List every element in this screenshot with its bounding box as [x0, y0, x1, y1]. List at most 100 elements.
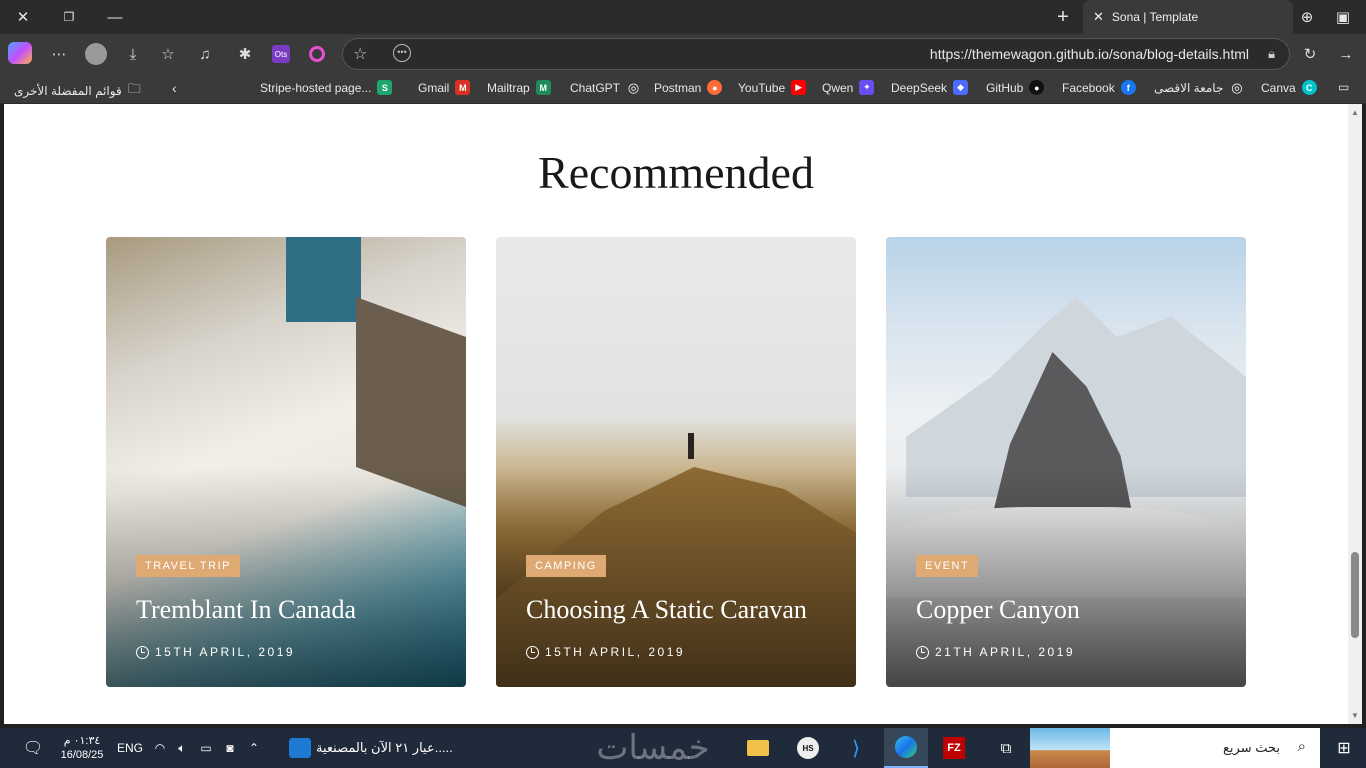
url-text[interactable]: https://themewagon.github.io/sona/blog-d… [930, 46, 1249, 62]
tab-actions-icon[interactable]: ▣ [1320, 0, 1366, 34]
browser-toolbar: ⋯ ⤓ ☆ ♫ ✱ Ots ☆ ••• https://themewagon.g… [0, 34, 1366, 74]
more-options-icon[interactable]: ⋯ [46, 42, 72, 66]
card-tag[interactable]: Event [916, 555, 979, 577]
bookmark-mailtrap[interactable]: Mailtrap M [487, 80, 551, 95]
bookmark-label: YouTube [738, 80, 786, 95]
bookmark-qwen[interactable]: Qwen ✦ [822, 80, 875, 95]
lock-icon[interactable]: 🔒︎ [1268, 46, 1275, 62]
bookmark-deepseek[interactable]: DeepSeek ◆ [891, 80, 969, 95]
card-tag[interactable]: Camping [526, 555, 606, 577]
language-indicator[interactable]: ENG [115, 728, 145, 768]
chevron-left-icon[interactable]: ‹ [172, 80, 177, 96]
blog-card[interactable]: Event Copper Canyon 21TH APRIL, 2019 [886, 237, 1246, 687]
hs-app-icon[interactable]: HS [790, 728, 826, 768]
clock-icon [916, 645, 929, 659]
camera-icon[interactable]: ◙ [220, 728, 240, 768]
bookmark-label: Canva [1261, 80, 1296, 95]
volume-icon[interactable]: 🔈︎ [172, 728, 192, 768]
bookmark-canva[interactable]: Canva C [1261, 80, 1317, 95]
news-icon[interactable] [286, 728, 314, 768]
task-view-icon[interactable]: ⧉ [988, 728, 1024, 768]
color-extension-icon[interactable] [304, 42, 330, 66]
close-tab-icon[interactable]: ✕ [1093, 9, 1104, 25]
page-scrollbar[interactable]: ▲ ▼ [1348, 104, 1362, 724]
sidebar-toggle-icon[interactable]: ▭ [1338, 80, 1349, 94]
bookmark-alaqsa[interactable]: جامعة الاقصى ◎ [1154, 80, 1244, 95]
downloads-icon[interactable]: ⤓ [120, 42, 146, 66]
copilot-icon[interactable] [8, 42, 32, 64]
gmail-icon: M [455, 80, 471, 95]
hiker-image-detail [688, 433, 694, 459]
clock[interactable]: ٠١:٣٤ م 16/08/25 [52, 728, 112, 768]
restore-window-button[interactable]: ❐ [46, 0, 92, 34]
card-date: 15TH APRIL, 2019 [526, 645, 685, 659]
card-title[interactable]: Tremblant In Canada [136, 595, 356, 625]
bookmark-label: Facebook [1062, 80, 1115, 95]
filezilla-icon[interactable]: FZ [936, 728, 972, 768]
card-title[interactable]: Copper Canyon [916, 595, 1080, 625]
search-highlight-image[interactable] [1030, 728, 1110, 768]
facebook-icon: f [1120, 80, 1136, 95]
forward-icon[interactable]: → [1333, 42, 1359, 66]
close-window-button[interactable]: ✕ [0, 0, 46, 34]
qwen-icon: ✦ [859, 80, 875, 95]
edge-icon[interactable] [884, 728, 928, 768]
minimize-window-button[interactable]: — [92, 0, 138, 34]
bookmark-label: Mailtrap [487, 80, 530, 95]
bookmark-facebook[interactable]: Facebook f [1062, 80, 1136, 95]
file-explorer-icon[interactable] [740, 728, 776, 768]
battery-icon[interactable]: ▭ [196, 728, 216, 768]
bookmark-gmail[interactable]: Gmail M [418, 80, 471, 95]
browser-tab[interactable]: ✕ Sona | Template [1083, 0, 1293, 34]
section-heading: Recommended [538, 147, 814, 198]
watermark-logo: خمسات [596, 728, 710, 768]
bookmark-postman[interactable]: Postman ● [654, 80, 723, 95]
github-icon: ● [1029, 80, 1045, 95]
scroll-down-icon[interactable]: ▼ [1351, 711, 1359, 720]
blog-card[interactable]: Travel Trip Tremblant In Canada 15TH APR… [106, 237, 466, 687]
search-input[interactable]: بحث سريع ⌕ [1110, 728, 1320, 768]
card-tag[interactable]: Travel Trip [136, 555, 240, 577]
site-info-icon[interactable]: ••• [393, 44, 411, 62]
search-placeholder: بحث سريع [1223, 740, 1280, 755]
favorite-star-icon[interactable]: ☆ [353, 44, 367, 64]
new-tab-button[interactable]: + [1040, 0, 1086, 34]
mailtrap-icon: M [535, 80, 551, 95]
notification-icon[interactable]: 🗨︎ [18, 728, 48, 768]
card-date-text: 21TH APRIL, 2019 [935, 645, 1076, 659]
card-title[interactable]: Choosing A Static Caravan [526, 595, 807, 625]
bookmark-label: Postman [654, 80, 702, 95]
extension-ots-icon[interactable]: Ots [268, 42, 294, 66]
extensions-icon[interactable]: ✱ [232, 42, 258, 66]
bookmark-label: GitHub [986, 80, 1024, 95]
chevron-up-icon[interactable]: ⌃ [244, 728, 264, 768]
postman-icon: ● [707, 80, 723, 95]
wifi-icon[interactable]: ◠ [150, 728, 170, 768]
scroll-up-icon[interactable]: ▲ [1351, 108, 1359, 117]
bookmark-label: جامعة الاقصى [1154, 80, 1224, 95]
favorites-icon[interactable]: ☆ [155, 42, 181, 66]
address-bar[interactable]: ☆ ••• https://themewagon.github.io/sona/… [342, 38, 1290, 70]
bookmark-chatgpt[interactable]: ChatGPT ◎ [570, 80, 641, 95]
clock-icon [526, 645, 539, 659]
stripe-icon: S [377, 80, 393, 95]
bookmark-label: DeepSeek [891, 80, 948, 95]
media-icon[interactable]: ♫ [192, 42, 218, 66]
vscode-icon[interactable]: ⟩ [838, 728, 874, 768]
news-headline[interactable]: عيار ٢١ الآن بالمصنعية..... [316, 728, 466, 768]
pool-image-detail [286, 237, 361, 322]
page-viewport: Recommended Travel Trip Tremblant In Can… [4, 104, 1348, 724]
scrollbar-thumb[interactable] [1351, 552, 1359, 638]
bookmark-youtube[interactable]: YouTube ▶ [738, 80, 807, 95]
blog-card[interactable]: Camping Choosing A Static Caravan 15TH A… [496, 237, 856, 687]
bookmark-stripe[interactable]: Stripe-hosted page... S [260, 80, 393, 95]
clock-date: 16/08/25 [60, 749, 104, 761]
bookmark-github[interactable]: GitHub ● [986, 80, 1045, 95]
profile-avatar[interactable] [83, 42, 109, 66]
bookmarks-bar: قوائم المفضلة الأخرى 🗀 ‹ Stripe-hosted p… [0, 74, 1366, 104]
start-icon[interactable]: ⊞ [1322, 728, 1366, 768]
other-favorites-folder[interactable]: قوائم المفضلة الأخرى 🗀 [14, 80, 141, 102]
card-date: 21TH APRIL, 2019 [916, 645, 1075, 659]
refresh-icon[interactable]: ↻ [1297, 42, 1323, 66]
bookmark-label: Gmail [418, 80, 450, 95]
